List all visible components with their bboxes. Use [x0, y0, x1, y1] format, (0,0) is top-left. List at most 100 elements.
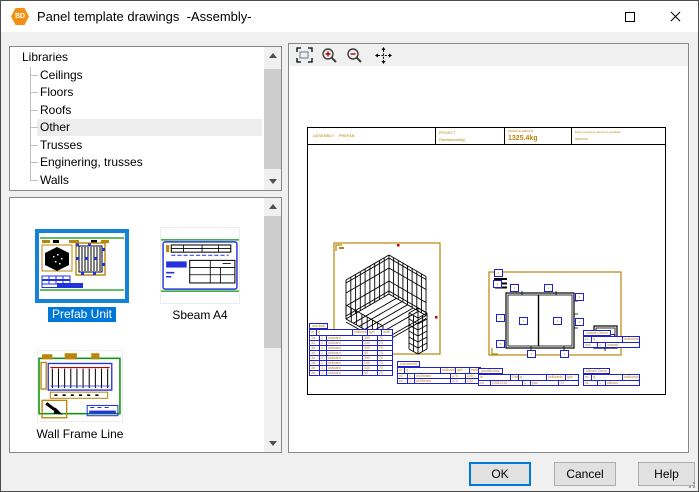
bom-header-cell: q — [519, 375, 547, 380]
scrollbar-thumb[interactable] — [264, 216, 281, 348]
panel-tag: 1 — [544, 284, 553, 292]
bom-rows: x4OSB20151pan70 — [479, 380, 578, 385]
scroll-down-button[interactable] — [264, 173, 281, 190]
bom-cell: osObeam — [415, 379, 451, 383]
zoom-in-icon — [321, 47, 338, 64]
bom-cell: OSB2015 — [491, 381, 523, 385]
tree-item-label: Trusses — [40, 138, 82, 152]
templates-scrollbar[interactable] — [264, 198, 281, 452]
tree-item-trusses[interactable]: Trusses — [10, 137, 264, 155]
scroll-up-button[interactable] — [264, 198, 281, 215]
tree-item-other[interactable]: Other — [10, 119, 264, 137]
bom-row: x4OSB20151pan70 — [479, 380, 578, 385]
bom-table-grid: nrObsqosBoardslgth x4OSB20151pan70 — [478, 374, 579, 386]
zoom-out-button[interactable] — [344, 46, 364, 64]
bom-row: 3d1osboard34070 — [310, 345, 392, 350]
bom-header-cell: osBoards — [623, 337, 639, 342]
tree-item-label: Ceilings — [40, 68, 83, 82]
bom-header-row: nrqosBoards — [584, 337, 639, 342]
bom-cell: 1 — [598, 343, 606, 347]
tree-item-enginering-trusses[interactable]: Enginering, trusses — [10, 154, 264, 172]
template-thumb-prefab-unit[interactable] — [35, 229, 129, 303]
bom-cell: 1 — [408, 379, 415, 383]
bom-cell: 1 — [320, 356, 327, 360]
bom-cell: 3d — [310, 356, 320, 360]
bom-table-grid: nrqosBoardslgthwdth x41osObeam370230x41o… — [397, 367, 481, 384]
bom-header-cell: q — [592, 337, 623, 342]
tree-item-walls[interactable]: Walls — [10, 172, 264, 190]
bom-cell: 190 — [363, 361, 378, 365]
template-label-prefab-unit[interactable]: Prefab Unit — [48, 307, 116, 322]
scrollbar-thumb[interactable] — [264, 69, 281, 169]
bom-header-cell: Obs — [511, 375, 519, 380]
tree-connector — [30, 127, 38, 128]
bom-cell: 3d — [310, 366, 320, 370]
bom-row: 3d1osboard19070 — [310, 360, 392, 365]
bom-cell: 1 — [320, 351, 327, 355]
template-thumb-sbeam-a4[interactable] — [160, 227, 240, 304]
preview-pane: ASSEMBLY PREFAB PROJECT PanelAssembly() … — [288, 43, 689, 453]
bom-cell: 40 — [363, 371, 378, 375]
close-icon — [670, 11, 681, 22]
panel-tag: 1 — [510, 284, 519, 292]
tree-item-label: Floors — [40, 85, 73, 99]
bom-rows: x11xBeam — [584, 380, 639, 385]
window-title: Panel template drawings -Assembly- — [37, 9, 252, 24]
tree-item-floors[interactable]: Floors — [10, 84, 264, 102]
bom-cell: 350 — [363, 336, 378, 340]
tree-item-label: Enginering, trusses — [40, 155, 143, 169]
zoom-window-button[interactable] — [294, 46, 314, 64]
bom-table-grid: nrqosBoardslgthwdth 3d1osboard350703d1os… — [309, 329, 393, 376]
bom-cell: 3d — [310, 351, 320, 355]
bom-cell: 1 — [598, 381, 606, 385]
wall-frame-line-thumbnail-drawing — [38, 351, 122, 421]
module-weight-label: MODULE WEIGHT — [508, 130, 534, 134]
template-label-wall-frame-line[interactable]: Wall Frame Line — [28, 427, 132, 441]
ok-button[interactable]: OK — [469, 462, 531, 486]
resize-grip[interactable] — [686, 479, 696, 489]
bom-header-cell: osBoards — [441, 368, 456, 373]
bom-cell: 70 — [378, 341, 392, 345]
scroll-down-button[interactable] — [264, 435, 281, 452]
bom-cell: 350 — [363, 356, 378, 360]
assembly-field: ASSEMBLY PREFAB — [313, 134, 355, 139]
bom-table-decor-top: osbpan Decor nrqosBoards osb1osbpan — [583, 330, 640, 348]
template-thumb-wall-frame-line[interactable] — [37, 350, 123, 422]
tree-item-label: Roofs — [40, 103, 71, 117]
panel-tag: 1 — [519, 317, 528, 325]
panel-tag: 2 — [560, 350, 569, 358]
bom-cell: osboard — [327, 336, 363, 340]
bom-cell: osObeam — [415, 374, 451, 378]
bom-cell: 70 — [378, 371, 392, 375]
panel-tag: 4 — [494, 269, 503, 277]
bom-cell: x4 — [479, 381, 491, 385]
dialog-window: BD Panel template drawings -Assembly- Li… — [0, 0, 699, 492]
cancel-button[interactable]: Cancel — [554, 462, 616, 486]
bom-row: osb1osbpan — [584, 342, 639, 347]
bom-cell: 1 — [320, 346, 327, 350]
tree-item-ceilings[interactable]: Ceilings — [10, 67, 264, 85]
bom-table-mid: osb sheet5 nrqosBoardslgthwdth x41osObea… — [397, 361, 481, 384]
prefab-unit-thumbnail-drawing — [39, 233, 125, 299]
bom-row: 3d1osboard4070 — [310, 350, 392, 355]
bom-rows: osb1osbpan — [584, 342, 639, 347]
tree-item-roofs[interactable]: Roofs — [10, 102, 264, 120]
bom-header-row: nrqosBoardslgthwdth — [398, 368, 480, 373]
tree-root-libraries[interactable]: Libraries — [10, 49, 264, 67]
bom-header-cell: osBoards — [547, 375, 566, 380]
bom-cell: 1 — [320, 361, 327, 365]
bom-header-cell: osBoards — [353, 330, 368, 335]
pan-button[interactable] — [373, 46, 393, 64]
scroll-up-button[interactable] — [264, 47, 281, 64]
template-label-sbeam-a4[interactable]: Sbeam A4 — [160, 308, 240, 322]
maximize-button[interactable] — [607, 1, 652, 32]
close-button[interactable] — [653, 1, 698, 32]
module-weight-value: 1325.4kg — [508, 135, 538, 142]
maximize-icon — [625, 12, 635, 22]
tree-scrollbar[interactable] — [264, 47, 281, 190]
zoom-in-button[interactable] — [319, 46, 339, 64]
arrow-up-icon — [269, 53, 277, 58]
titlebar[interactable]: BD Panel template drawings -Assembly- — [1, 1, 698, 32]
bom-cell: 370 — [451, 374, 466, 378]
title-block-divider — [571, 128, 572, 144]
